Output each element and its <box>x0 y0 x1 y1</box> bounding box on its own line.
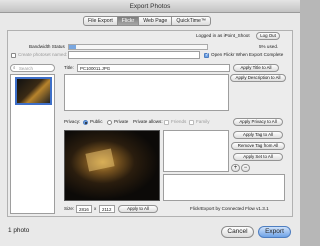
remove-tag-button[interactable]: Remove Tag from All <box>231 142 285 150</box>
photo-preview <box>64 130 160 201</box>
tab-web-page[interactable]: Web Page <box>139 16 173 26</box>
privacy-label: Privacy: <box>64 119 81 124</box>
width-input[interactable]: 2816 <box>76 205 92 213</box>
privacy-public-label: Public <box>90 119 103 124</box>
credit-text: FlickrExport by Connected Flow v1.3.1 <box>190 206 269 211</box>
tags-list[interactable] <box>163 130 229 172</box>
apply-title-button[interactable]: Apply Title to All <box>233 64 279 72</box>
logout-button[interactable]: Log Out <box>256 32 280 40</box>
open-flickr-checkbox[interactable]: ✓ <box>204 52 210 58</box>
width-value: 2816 <box>79 207 89 212</box>
apply-set-button[interactable]: Apply Set to All <box>233 153 283 161</box>
search-field[interactable]: ⌕ Search <box>10 64 55 72</box>
remove-tag-icon[interactable]: − <box>241 164 250 172</box>
privacy-public-radio[interactable] <box>83 120 88 125</box>
tab-bar: File Export Flickr Web Page QuickTime™ <box>83 16 212 26</box>
create-photoset-checkbox[interactable] <box>11 53 16 58</box>
apply-description-button[interactable]: Apply Description to All <box>230 74 286 82</box>
height-input[interactable]: 2112 <box>99 205 115 213</box>
title-value: PC100011.JPG <box>80 66 111 71</box>
thumbnail-image <box>17 79 50 103</box>
export-button[interactable]: Export <box>258 226 291 238</box>
privacy-private-radio[interactable] <box>107 120 112 125</box>
friends-checkbox[interactable] <box>164 120 169 125</box>
title-input[interactable]: PC100011.JPG <box>77 64 230 72</box>
height-value: 2112 <box>102 207 112 212</box>
thumbnail-list[interactable] <box>10 74 55 214</box>
window-title: Export Photos <box>129 3 171 10</box>
search-icon: ⌕ <box>13 65 16 70</box>
friends-label: Friends <box>171 119 187 124</box>
privacy-private-label: Private <box>114 119 129 124</box>
create-photoset-label: Create photoset named: <box>18 52 68 57</box>
photo-count: 1 photo <box>8 227 30 234</box>
thumbnail-selected[interactable] <box>15 77 52 105</box>
apply-privacy-button[interactable]: Apply Privacy to All <box>233 118 283 126</box>
title-label: Title: <box>64 65 74 70</box>
description-textarea[interactable] <box>64 74 229 111</box>
bandwidth-used: 5% used. <box>259 44 279 49</box>
bandwidth-bar <box>68 44 208 50</box>
photoset-name-input[interactable] <box>68 51 200 59</box>
add-tag-icon[interactable]: + <box>231 164 240 172</box>
size-times: x <box>94 206 97 211</box>
open-flickr-label: Open Flickr When Export Complete <box>211 52 284 57</box>
title-bar: Export Photos <box>0 0 300 13</box>
export-window: Export Photos File Export Flickr Web Pag… <box>0 0 300 246</box>
size-label: Size: <box>64 206 75 211</box>
cancel-button[interactable]: Cancel <box>221 226 254 238</box>
apply-size-button[interactable]: Apply to All <box>118 205 158 213</box>
family-checkbox[interactable] <box>189 120 194 125</box>
bandwidth-label: Bandwidth Status <box>29 44 65 49</box>
family-label: Family <box>196 119 210 124</box>
logged-in-text: Logged in as iPoint_Shoot <box>196 33 250 38</box>
checkmark-icon: ✓ <box>205 52 210 58</box>
tab-quicktime[interactable]: QuickTime™ <box>172 16 212 26</box>
apply-tag-button[interactable]: Apply Tag to All <box>233 131 283 139</box>
search-placeholder: Search <box>19 66 33 71</box>
tab-file-export[interactable]: File Export <box>83 16 118 26</box>
private-allows-label: Private allows: <box>133 119 163 124</box>
tab-flickr[interactable]: Flickr <box>117 16 140 26</box>
bandwidth-fill <box>69 45 76 49</box>
radio-dot <box>85 122 87 124</box>
sets-list[interactable] <box>163 174 285 201</box>
